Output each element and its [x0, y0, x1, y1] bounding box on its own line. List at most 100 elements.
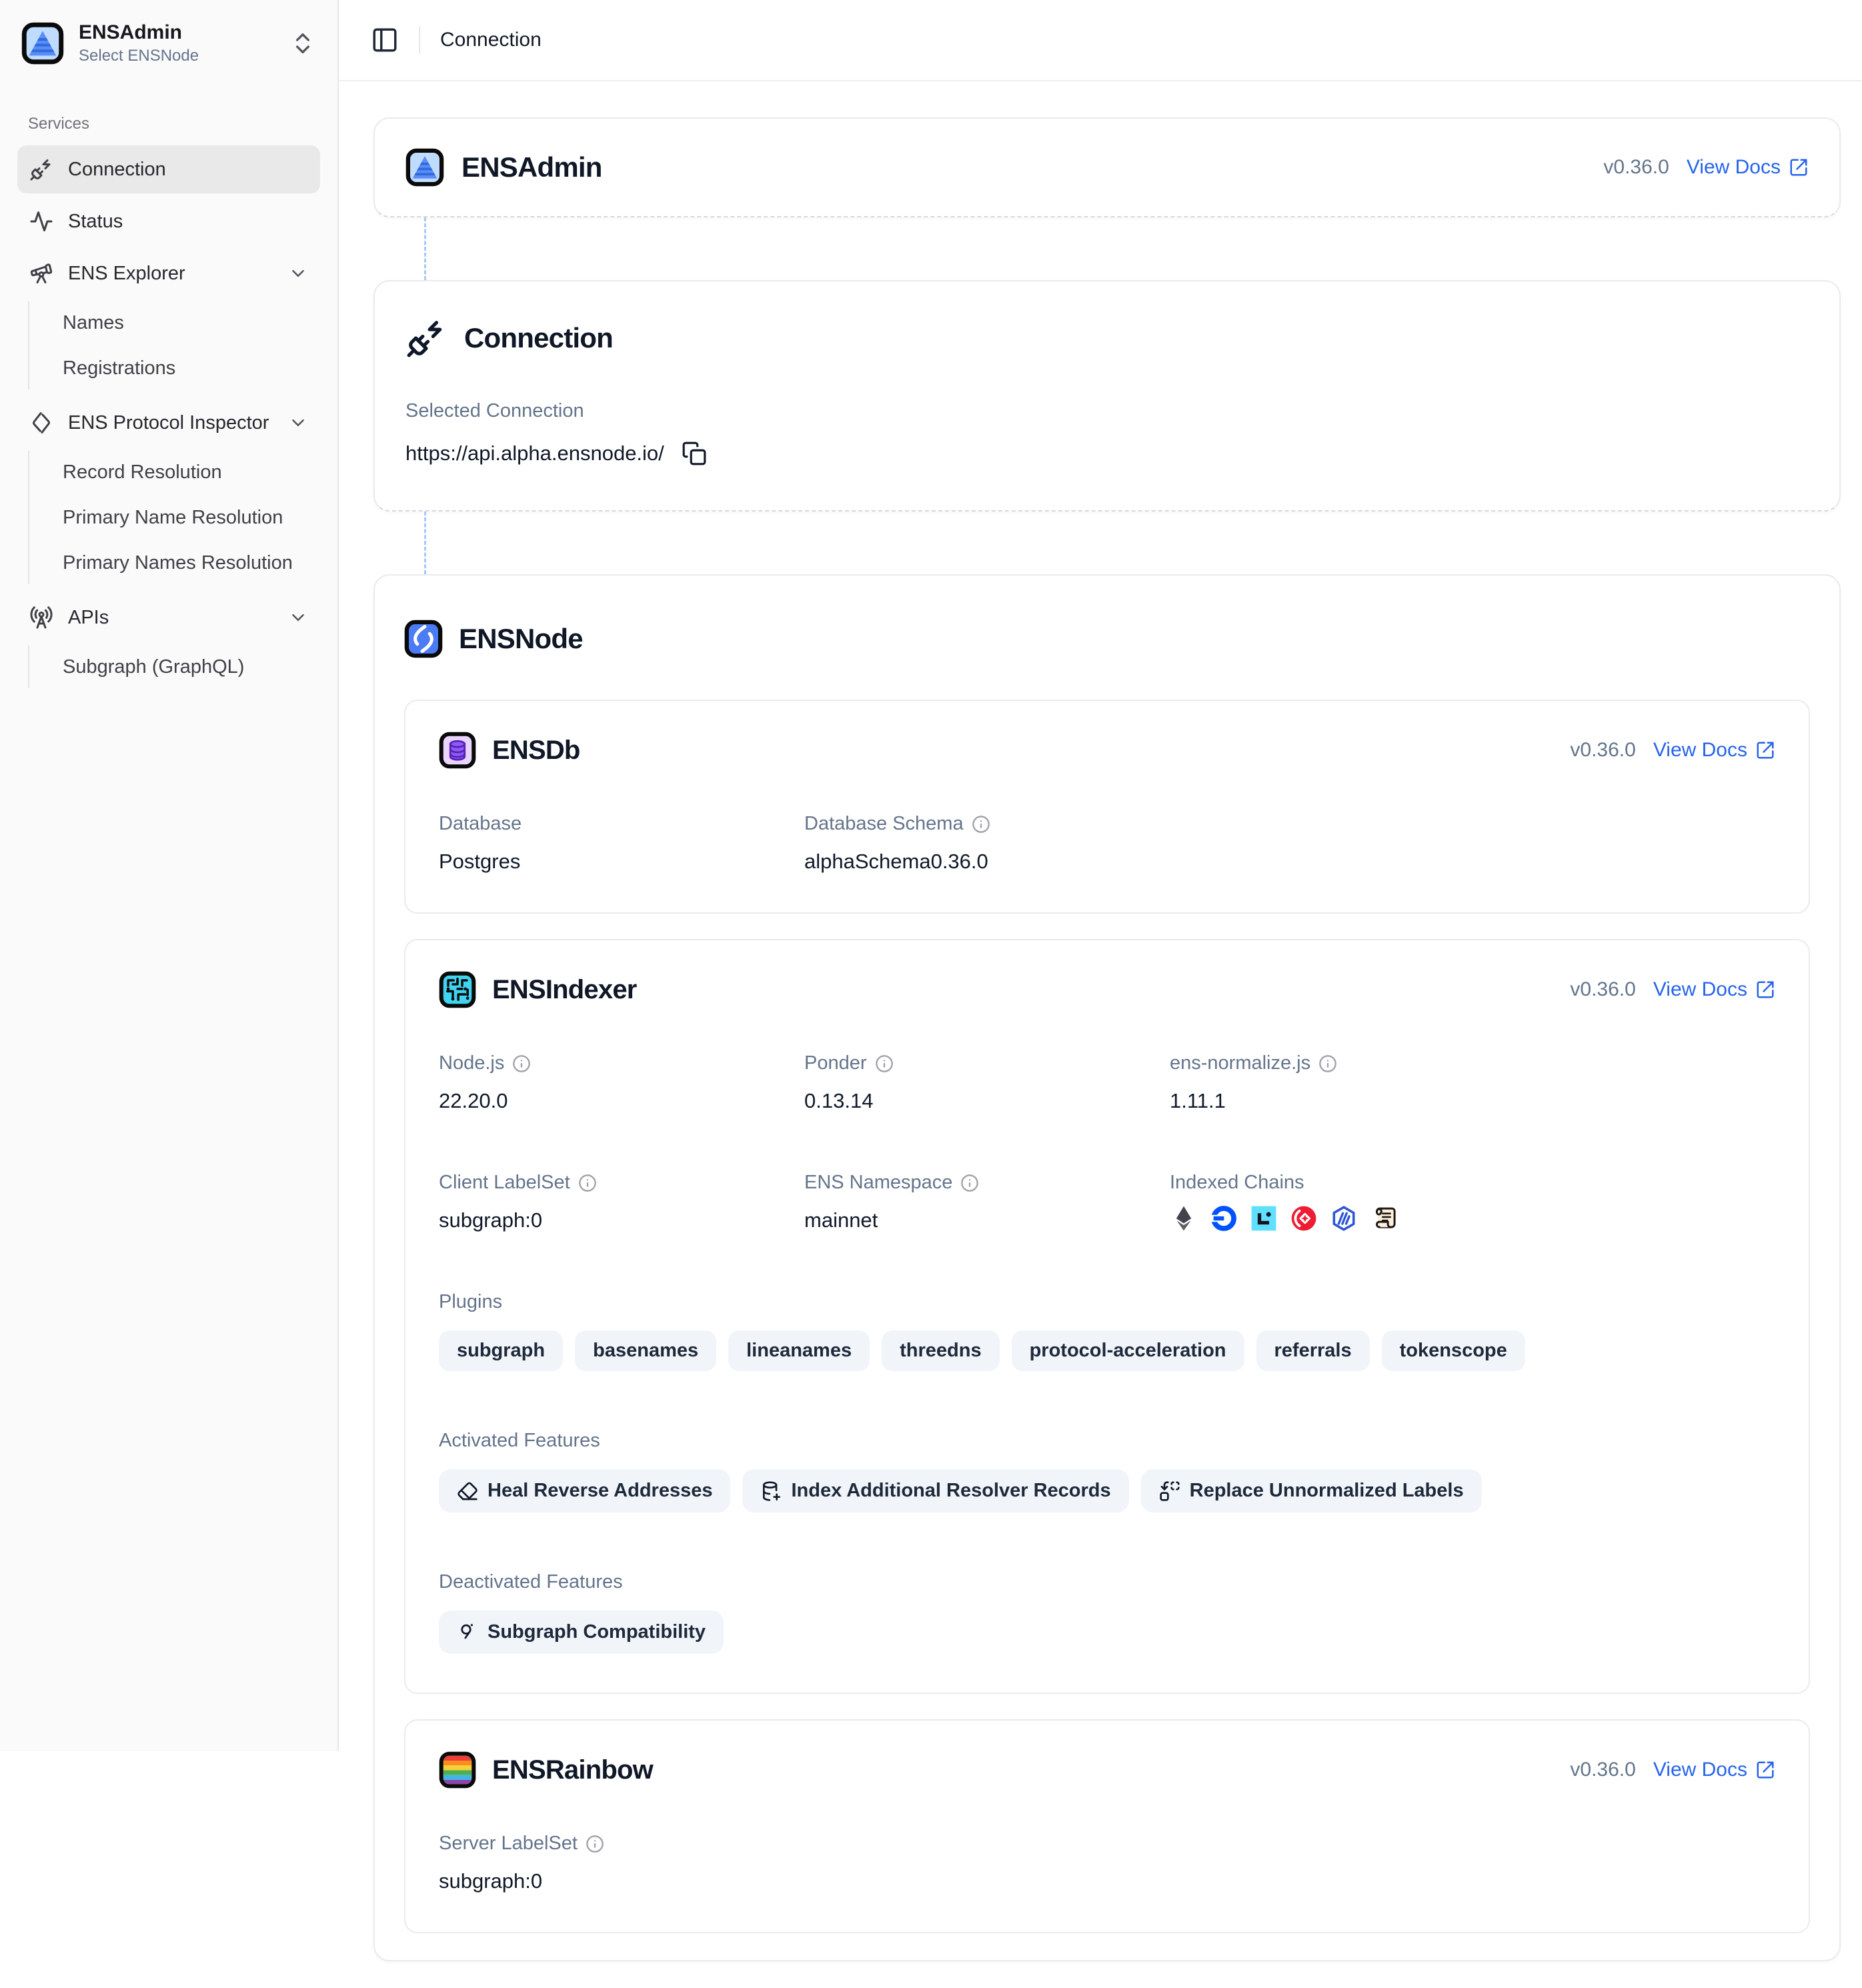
content: ENSAdmin v0.36.0 View Docs Connection S	[339, 81, 1862, 1988]
feature-chip-label: Heal Reverse Addresses	[488, 1480, 712, 1502]
ens-normalize-label: ens-normalize.js	[1170, 1052, 1310, 1074]
ensadmin-app: ENSAdmin Select ENSNode Services Connect…	[0, 0, 1862, 1751]
sidebar-item-registrations[interactable]: Registrations	[53, 347, 320, 389]
replace-icon	[1159, 1480, 1180, 1502]
deactivated-features-label: Deactivated Features	[439, 1571, 1775, 1593]
ens-normalize-value: 1.11.1	[1170, 1089, 1775, 1113]
ensdb-title: ENSDb	[492, 736, 580, 766]
sidebar-item-subgraph-graphql[interactable]: Subgraph (GraphQL)	[53, 646, 320, 688]
sidebar-item-label: Status	[68, 211, 123, 233]
sub-item-label: Registrations	[63, 357, 175, 379]
graph-icon	[457, 1622, 478, 1643]
field-ens-namespace: ENS Namespace mainnet	[804, 1172, 1170, 1232]
external-link-icon	[1755, 980, 1775, 1000]
plugin-chip: subgraph	[439, 1330, 563, 1371]
sidebar-item-connection[interactable]: Connection	[17, 145, 320, 193]
indexed-chains-label: Indexed Chains	[1170, 1172, 1775, 1194]
ensdb-card: ENSDb v0.36.0 View Docs Da	[404, 700, 1810, 914]
feature-chip-replace-unnormalized-labels: Replace Unnormalized Labels	[1141, 1469, 1482, 1513]
view-docs-label: View Docs	[1653, 739, 1747, 762]
ensdb-icon	[439, 732, 476, 769]
ensrainbow-card: ENSRainbow v0.36.0 View Docs	[404, 1719, 1810, 1933]
base-chain-icon[interactable]	[1210, 1204, 1238, 1232]
view-docs-link[interactable]: View Docs	[1653, 739, 1775, 762]
view-docs-label: View Docs	[1687, 156, 1781, 179]
sidebar-item-primary-name-resolution[interactable]: Primary Name Resolution	[53, 496, 320, 539]
optimism-chain-icon[interactable]	[1290, 1204, 1318, 1232]
info-icon[interactable]	[578, 1174, 597, 1192]
sub-item-label: Record Resolution	[63, 461, 222, 483]
feature-chip-label: Subgraph Compatibility	[488, 1621, 706, 1643]
view-docs-label: View Docs	[1653, 978, 1747, 1001]
feature-chip-heal-reverse-addresses: Heal Reverse Addresses	[439, 1469, 730, 1513]
plugin-chip: threedns	[882, 1330, 999, 1371]
main-area: Connection ENSAdmin v0.36.0 View Docs	[339, 0, 1862, 1751]
info-icon[interactable]	[586, 1835, 604, 1853]
client-labelset-label: Client LabelSet	[439, 1172, 570, 1194]
chevron-down-icon[interactable]	[288, 263, 308, 283]
database-plus-icon	[760, 1480, 782, 1502]
external-link-icon	[1755, 740, 1775, 760]
field-indexed-chains: Indexed Chains	[1170, 1172, 1775, 1232]
sidebar-toggle-icon[interactable]	[371, 26, 399, 54]
copy-icon[interactable]	[682, 441, 707, 466]
feature-chip-index-additional-resolver-records: Index Additional Resolver Records	[742, 1469, 1128, 1513]
indexed-chains-row	[1170, 1204, 1775, 1232]
ethereum-chain-icon[interactable]	[1170, 1204, 1198, 1232]
info-icon[interactable]	[875, 1054, 894, 1073]
client-labelset-value: subgraph:0	[439, 1208, 804, 1232]
info-icon[interactable]	[512, 1054, 531, 1073]
arbitrum-chain-icon[interactable]	[1330, 1204, 1358, 1232]
sidebar-item-primary-names-resolution[interactable]: Primary Names Resolution	[53, 542, 320, 584]
topbar: Connection	[339, 0, 1862, 81]
version-badge: v0.36.0	[1570, 978, 1635, 1001]
apis-sublist: Subgraph (GraphQL)	[28, 646, 320, 688]
activity-icon	[29, 209, 53, 233]
info-icon[interactable]	[960, 1174, 979, 1192]
sidebar-item-status[interactable]: Status	[17, 197, 320, 245]
view-docs-link[interactable]: View Docs	[1653, 1759, 1775, 1781]
version-badge: v0.36.0	[1570, 1759, 1635, 1781]
sidebar-item-label: Connection	[68, 159, 166, 181]
feature-chip-label: Index Additional Resolver Records	[791, 1480, 1110, 1502]
ensadmin-card: ENSAdmin v0.36.0 View Docs	[373, 117, 1841, 217]
plugin-chip: lineanames	[728, 1330, 870, 1371]
external-link-icon	[1789, 157, 1809, 177]
sidebar-item-ens-protocol-inspector[interactable]: ENS Protocol Inspector	[17, 399, 320, 447]
telescope-icon	[29, 261, 53, 285]
eraser-icon	[457, 1480, 478, 1502]
sub-item-label: Primary Name Resolution	[63, 507, 283, 529]
protocol-inspector-sublist: Record Resolution Primary Name Resolutio…	[28, 451, 320, 584]
sidebar-item-record-resolution[interactable]: Record Resolution	[53, 451, 320, 493]
plugins-label: Plugins	[439, 1291, 1775, 1313]
feature-chip-subgraph-compatibility: Subgraph Compatibility	[439, 1611, 724, 1654]
ens-diamond-icon	[29, 411, 53, 435]
nodejs-label: Node.js	[439, 1052, 504, 1074]
plugin-chip: referrals	[1256, 1330, 1370, 1371]
info-icon[interactable]	[972, 815, 990, 834]
database-schema-value: alphaSchema0.36.0	[804, 850, 1170, 874]
card-connector-line	[424, 217, 426, 280]
ensnode-card: ENSNode	[373, 574, 1841, 1961]
ponder-value: 0.13.14	[804, 1089, 1170, 1113]
chevron-down-icon[interactable]	[288, 413, 308, 433]
linea-chain-icon[interactable]	[1250, 1204, 1278, 1232]
sidebar-item-apis[interactable]: APIs	[17, 594, 320, 642]
ensindexer-title: ENSIndexer	[492, 975, 637, 1005]
ponder-label: Ponder	[804, 1052, 867, 1074]
sidebar-item-names[interactable]: Names	[53, 301, 320, 344]
scroll-chain-icon[interactable]	[1370, 1204, 1398, 1232]
ensnode-selector[interactable]: ENSAdmin Select ENSNode	[17, 16, 320, 71]
connection-url: https://api.alpha.ensnode.io/	[405, 441, 664, 465]
chevron-down-icon[interactable]	[288, 608, 308, 628]
ensindexer-icon	[439, 971, 476, 1008]
view-docs-label: View Docs	[1653, 1759, 1747, 1781]
info-icon[interactable]	[1318, 1054, 1337, 1073]
sidebar-item-ens-explorer[interactable]: ENS Explorer	[17, 249, 320, 297]
view-docs-link[interactable]: View Docs	[1653, 978, 1775, 1001]
external-link-icon	[1755, 1760, 1775, 1780]
view-docs-link[interactable]: View Docs	[1687, 156, 1809, 179]
services-section-label: Services	[28, 115, 320, 133]
chevrons-up-down-icon[interactable]	[289, 30, 316, 57]
plugin-chip: basenames	[575, 1330, 716, 1371]
